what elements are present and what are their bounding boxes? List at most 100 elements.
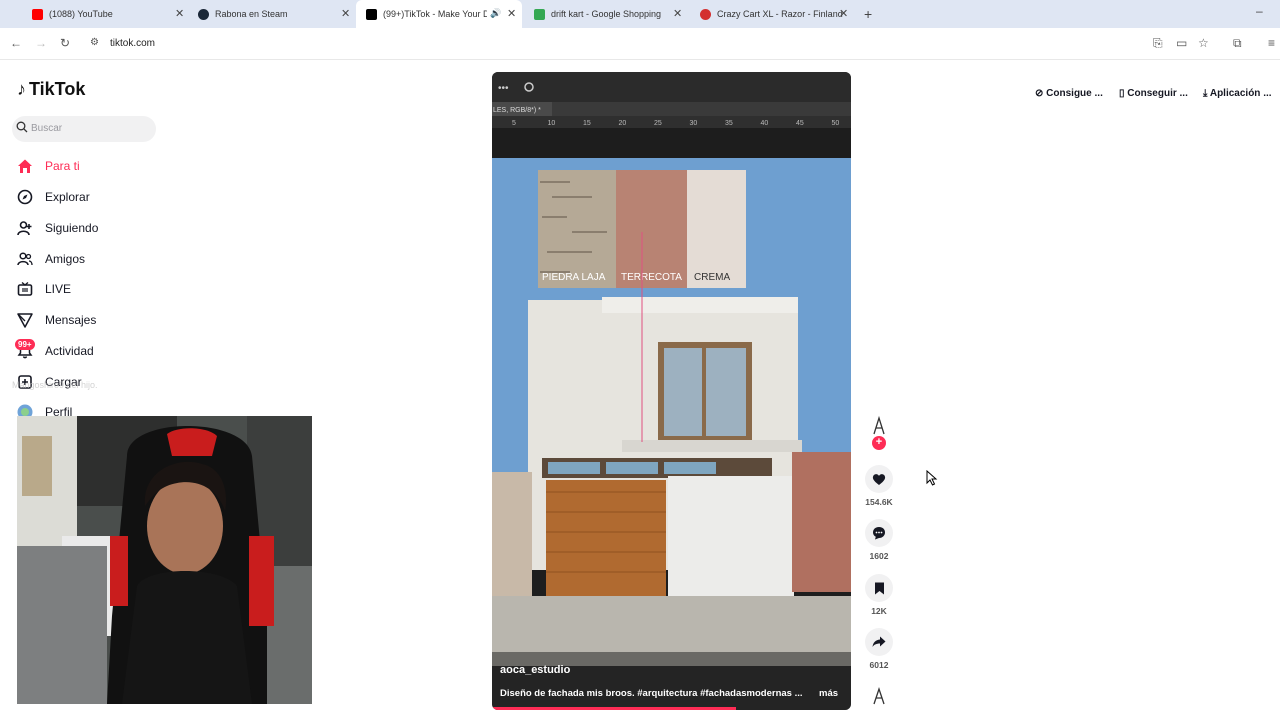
- nav-item-live[interactable]: LIVE: [17, 277, 71, 301]
- phone-icon: ▯: [1119, 88, 1125, 99]
- avatar-sketch-icon: [873, 415, 885, 435]
- heart-icon: [872, 473, 886, 485]
- tab-tiktok[interactable]: (99+)TikTok - Make Your Da 🔊 ✕: [356, 0, 522, 28]
- ruler-tick-label: 45: [796, 120, 804, 127]
- logo-text: TikTok: [29, 79, 86, 99]
- search-icon: [16, 121, 28, 133]
- minimize-button[interactable]: –: [1256, 4, 1263, 18]
- share-button[interactable]: 6012: [865, 628, 893, 670]
- razor-favicon-icon: [700, 9, 711, 20]
- back-icon[interactable]: ←: [10, 36, 22, 50]
- bookmark-star-icon[interactable]: ☆: [1198, 36, 1209, 50]
- tab-title: Crazy Cart XL - Razor - Finland: [717, 9, 843, 19]
- tab-title: drift kart - Google Shopping: [551, 9, 662, 19]
- video-author[interactable]: aoca_estudio: [500, 664, 570, 676]
- tab-title: (1088) YouTube: [49, 9, 113, 19]
- activity-badge: 99+: [15, 339, 35, 350]
- ruler-tick-label: 40: [761, 120, 769, 127]
- tab-steam[interactable]: Rabona en Steam ✕: [166, 0, 356, 28]
- webcam-feed-image: [17, 416, 312, 704]
- nav-label: Siguiendo: [45, 221, 99, 235]
- reload-icon[interactable]: ↻: [60, 36, 70, 50]
- shopping-favicon-icon: [534, 9, 545, 20]
- steam-favicon-icon: [198, 9, 209, 20]
- cast-icon[interactable]: ▭: [1176, 36, 1187, 50]
- comment-count: 1602: [869, 551, 889, 561]
- search-placeholder: Buscar: [31, 123, 63, 134]
- save-button[interactable]: 12K: [865, 574, 893, 616]
- button-label: Consigue ...: [1046, 88, 1103, 99]
- new-tab-button[interactable]: +: [864, 6, 872, 22]
- tab-google-shopping[interactable]: drift kart - Google Shopping ✕: [502, 0, 692, 28]
- editor-tab-label: LES, RGB/8*) *: [493, 107, 541, 114]
- nav-label: Explorar: [45, 190, 90, 204]
- nav-item-amigos[interactable]: Amigos: [17, 247, 85, 271]
- translate-icon[interactable]: ⎘: [1153, 36, 1163, 51]
- browser-tab-strip: (1088) YouTube ✕ Rabona en Steam ✕ (99+)…: [0, 0, 1280, 28]
- menu-icon[interactable]: ≡: [1268, 36, 1275, 50]
- tab-title: Rabona en Steam: [215, 9, 288, 19]
- more-button[interactable]: más: [819, 688, 838, 699]
- site-info-icon[interactable]: ⚙: [90, 37, 99, 48]
- ruler-tick-label: 25: [654, 120, 662, 127]
- swatch-label-crema: CREMA: [694, 272, 730, 283]
- stream-overlay-text: Mangoshiro9 del hijo.: [12, 380, 98, 390]
- share-count: 6012: [869, 660, 889, 670]
- ruler-tick-label: 5: [512, 120, 516, 127]
- tiktok-favicon-icon: [366, 9, 377, 20]
- download-icon: ⤓: [1203, 88, 1208, 99]
- nav-item-mensajes[interactable]: Mensajes: [17, 308, 96, 332]
- close-tab-icon[interactable]: ✕: [341, 7, 350, 20]
- video-player[interactable]: ••• LES, RGB/8*) * 5 10 15 20 25 30 35 40 45 50 P…: [492, 72, 851, 710]
- tiktok-logo[interactable]: ♪ TikTok: [17, 79, 85, 100]
- ruler-tick-label: 20: [619, 120, 627, 127]
- nav-label: Amigos: [45, 252, 86, 266]
- user-follow-icon: [17, 221, 32, 236]
- video-description: Diseño de fachada mis broos. #arquitectu…: [500, 688, 803, 699]
- nav-item-explorar[interactable]: Explorar: [17, 185, 90, 209]
- nav-label: Para ti: [45, 159, 80, 173]
- svg-text:•••: •••: [498, 83, 509, 94]
- swatch-label-piedra-laja: PIEDRA LAJA: [542, 272, 606, 283]
- nav-item-para-ti[interactable]: Para ti: [17, 154, 80, 178]
- coin-icon: ⊘: [1035, 88, 1044, 99]
- live-icon: [17, 281, 33, 296]
- video-progress-bar[interactable]: [492, 707, 737, 710]
- extensions-icon[interactable]: ⧉: [1233, 36, 1242, 51]
- get-coins-button[interactable]: ⊘ Consigue ...: [1035, 88, 1103, 99]
- tiktok-note-icon: ♪: [17, 79, 26, 99]
- swatch-label-terrecota: TERRECOTA: [621, 272, 682, 283]
- music-disc-icon: [873, 686, 885, 705]
- close-tab-icon[interactable]: ✕: [839, 7, 848, 20]
- tab-razor[interactable]: Crazy Cart XL - Razor - Finland ✕: [668, 0, 858, 28]
- video-frame-image: ••• LES, RGB/8*) * 5 10 15 20 25 30 35 40 45 50 P…: [492, 72, 851, 710]
- follow-plus-button[interactable]: +: [872, 436, 886, 450]
- nav-label: LIVE: [45, 282, 72, 296]
- webcam-overlay: [17, 416, 312, 704]
- like-button[interactable]: 154.6K: [865, 465, 893, 507]
- ruler-tick-label: 35: [725, 120, 733, 127]
- forward-icon[interactable]: →: [35, 36, 47, 50]
- like-count: 154.6K: [865, 497, 893, 507]
- compass-icon: [17, 189, 33, 205]
- comment-icon: [873, 527, 885, 540]
- music-disc[interactable]: [865, 686, 893, 711]
- comment-button[interactable]: 1602: [865, 519, 893, 561]
- button-label: Aplicación ...: [1209, 88, 1272, 99]
- button-label: Conseguir ...: [1127, 88, 1188, 99]
- desktop-app-button[interactable]: ⤓ Aplicación ...: [1203, 88, 1272, 99]
- ruler-tick-label: 10: [548, 120, 556, 127]
- share-icon: [872, 636, 886, 647]
- save-count: 12K: [871, 606, 887, 616]
- ruler-tick-label: 15: [583, 120, 591, 127]
- mouse-cursor-icon: [926, 470, 938, 486]
- speaker-icon[interactable]: 🔊: [490, 8, 501, 19]
- get-app-button[interactable]: ▯ Conseguir ...: [1119, 88, 1188, 99]
- nav-item-siguiendo[interactable]: Siguiendo: [17, 216, 98, 240]
- url-field[interactable]: tiktok.com: [110, 38, 155, 49]
- bookmark-icon: [874, 582, 884, 594]
- address-bar-row: ← → ↻ ⚙ tiktok.com ⎘ ▭ ☆ ⧉ ≡: [0, 28, 1280, 60]
- search-input[interactable]: Buscar: [12, 116, 156, 142]
- send-icon: [17, 313, 33, 328]
- tab-youtube[interactable]: (1088) YouTube ✕: [0, 0, 190, 28]
